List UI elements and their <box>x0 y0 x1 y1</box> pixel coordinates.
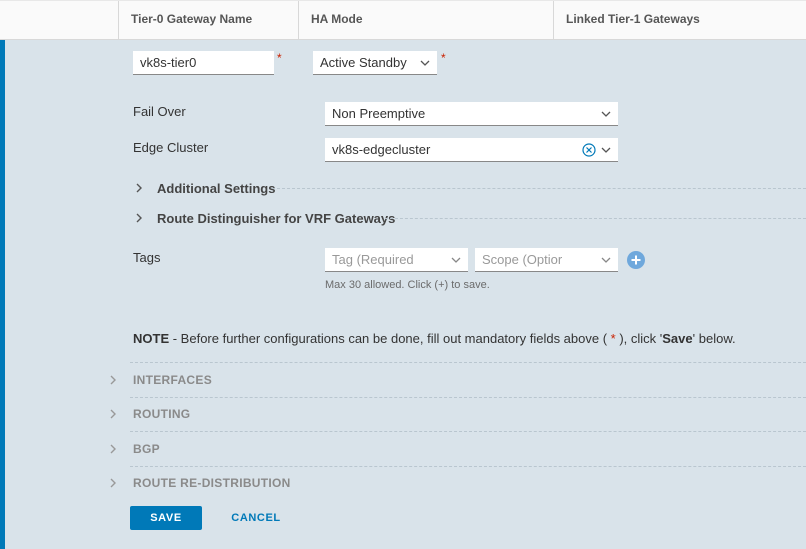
chevron-right-icon[interactable] <box>108 477 118 489</box>
edge-cluster-value: vk8s-edgecluster <box>332 142 431 157</box>
section-routing[interactable]: ROUTING <box>133 407 190 421</box>
chevron-right-icon[interactable] <box>134 182 144 194</box>
tag-input[interactable]: Tag (Required <box>325 248 468 272</box>
column-header-ha-mode[interactable]: HA Mode <box>298 1 553 40</box>
edge-cluster-label: Edge Cluster <box>133 140 209 155</box>
edge-cluster-select[interactable]: vk8s-edgecluster <box>325 138 618 162</box>
note-text-3: ' below. <box>692 331 736 346</box>
gateway-name-value: vk8s-tier0 <box>140 55 197 70</box>
column-header-name[interactable]: Tier-0 Gateway Name <box>118 1 298 40</box>
save-button[interactable]: SAVE <box>130 506 202 530</box>
chevron-down-icon <box>601 257 611 263</box>
add-tag-button[interactable] <box>627 251 645 269</box>
divider <box>130 431 806 432</box>
table-header: Tier-0 Gateway Name HA Mode Linked Tier-… <box>0 0 806 40</box>
ha-mode-value: Active Standby <box>320 55 407 70</box>
chevron-down-icon <box>420 60 430 66</box>
divider <box>130 466 806 467</box>
column-header-ha-mode-label: HA Mode <box>311 12 363 26</box>
chevron-down-icon <box>601 147 611 153</box>
divider <box>130 362 806 363</box>
cancel-button[interactable]: CANCEL <box>220 506 292 530</box>
divider <box>385 218 806 219</box>
panel-accent-bar <box>0 40 5 549</box>
chevron-down-icon <box>451 257 461 263</box>
scope-placeholder: Scope (Optior <box>482 252 563 267</box>
tags-label: Tags <box>133 250 161 265</box>
tags-hint: Max 30 allowed. Click (+) to save. <box>325 279 490 291</box>
fail-over-label: Fail Over <box>133 104 186 119</box>
gateway-name-input[interactable]: vk8s-tier0 <box>133 51 274 75</box>
required-marker-name: * <box>277 51 282 65</box>
clear-selection-icon[interactable] <box>582 143 596 157</box>
column-header-name-label: Tier-0 Gateway Name <box>131 12 253 26</box>
note-text-2: ), click ' <box>615 331 663 346</box>
section-interfaces[interactable]: INTERFACES <box>133 373 212 387</box>
fail-over-value: Non Preemptive <box>332 106 426 121</box>
note-prefix: NOTE <box>133 331 170 346</box>
divider <box>130 397 806 398</box>
chevron-right-icon[interactable] <box>108 443 118 455</box>
route-distinguisher-toggle[interactable]: Route Distinguisher for VRF Gateways <box>157 211 395 226</box>
tag-placeholder: Tag (Required <box>332 252 414 267</box>
additional-settings-toggle[interactable]: Additional Settings <box>157 181 275 196</box>
column-header-linked-tier1-label: Linked Tier-1 Gateways <box>566 12 700 26</box>
chevron-right-icon[interactable] <box>108 408 118 420</box>
fail-over-select[interactable]: Non Preemptive <box>325 102 618 126</box>
scope-input[interactable]: Scope (Optior <box>475 248 618 272</box>
column-header-linked-tier1[interactable]: Linked Tier-1 Gateways <box>553 1 806 40</box>
note-text-1: - Before further configurations can be d… <box>169 331 611 346</box>
mandatory-fields-note: NOTE - Before further configurations can… <box>133 331 736 346</box>
section-bgp[interactable]: BGP <box>133 442 160 456</box>
divider <box>272 188 806 189</box>
chevron-right-icon[interactable] <box>134 212 144 224</box>
chevron-right-icon[interactable] <box>108 374 118 386</box>
required-marker-ha: * <box>441 51 446 65</box>
plus-icon <box>631 255 641 265</box>
chevron-down-icon <box>601 111 611 117</box>
ha-mode-select[interactable]: Active Standby <box>313 51 437 75</box>
section-route-redistribution[interactable]: ROUTE RE-DISTRIBUTION <box>133 476 291 490</box>
note-save-word: Save <box>662 331 693 346</box>
